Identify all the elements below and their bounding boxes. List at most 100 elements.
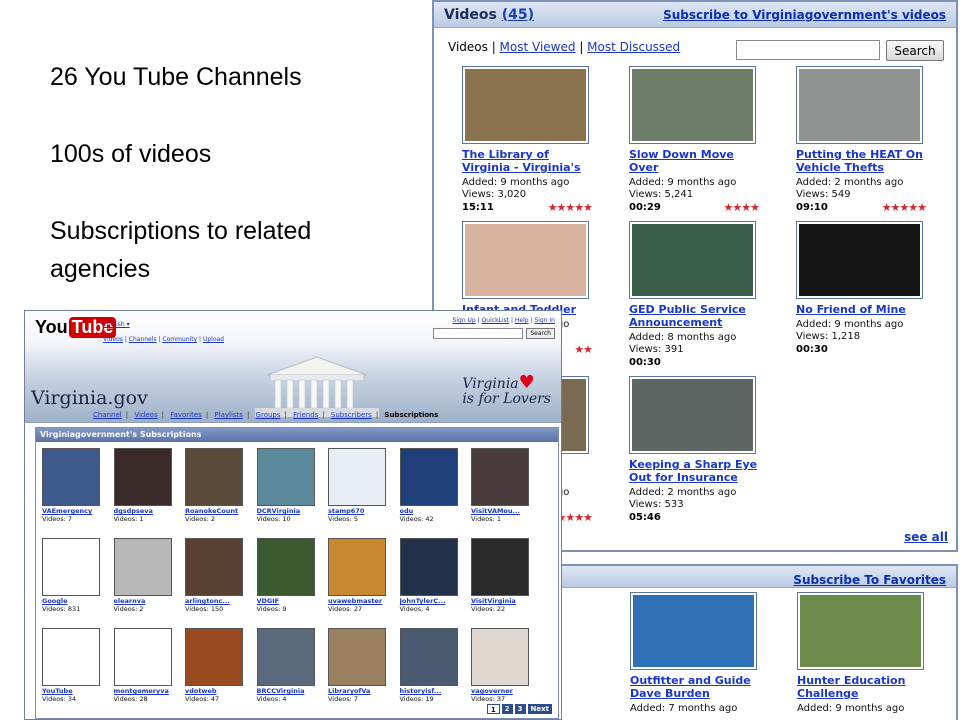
channel-name-link[interactable]: Google — [42, 597, 108, 605]
nav-upload[interactable]: Upload — [203, 336, 224, 343]
channel-thumbnail[interactable] — [328, 448, 386, 506]
chnav-videos[interactable]: Videos — [134, 411, 157, 419]
video-search-button[interactable]: Search — [886, 40, 944, 61]
signup-link[interactable]: Sign Up — [453, 317, 476, 324]
channel-thumbnail[interactable] — [328, 628, 386, 686]
channel-thumbnail[interactable] — [42, 628, 100, 686]
favorites-window: Subscribe To Favorites Outfitter and Gui… — [560, 564, 958, 720]
video-title-link[interactable]: Hunter Education Challenge — [797, 674, 927, 700]
channel-video-count: Videos: 2 — [113, 605, 144, 613]
tab-videos[interactable]: Videos — [448, 40, 488, 54]
channel-thumbnail[interactable] — [471, 538, 529, 596]
video-views: Views: 391 — [629, 344, 684, 355]
channel-name-link[interactable]: JohnTylerC... — [400, 597, 466, 605]
video-footer: 09:10 ★★★★★ — [796, 202, 927, 214]
quicklist-link[interactable]: QuickList — [482, 317, 509, 324]
chnav-playlists[interactable]: Playlists — [214, 411, 243, 419]
channel-name-link[interactable]: RoanokeCount — [185, 507, 251, 515]
video-title-link[interactable]: Putting the HEAT On Vehicle Thefts — [796, 148, 926, 174]
channel-name-link[interactable]: VisitVAMou... — [471, 507, 537, 515]
video-title-link[interactable]: Outfitter and Guide Dave Burden — [630, 674, 760, 700]
chnav-channel[interactable]: Channel — [93, 411, 122, 419]
channel-thumbnail[interactable] — [399, 538, 458, 596]
channel-thumbnail[interactable] — [185, 448, 243, 506]
video-thumbnail[interactable] — [796, 221, 923, 299]
channel-name-link[interactable]: LibraryofVa — [328, 687, 394, 695]
subscribe-videos-link[interactable]: Subscribe to Virginiagovernment's videos — [663, 8, 946, 22]
channel-name-link[interactable]: YouTube — [42, 687, 108, 695]
video-thumbnail[interactable] — [629, 221, 756, 299]
channel-search-input[interactable] — [433, 328, 524, 339]
video-thumbnail[interactable] — [629, 376, 756, 454]
channel-name-link[interactable]: VisitVirginia — [471, 597, 537, 605]
chnav-subscriptions[interactable]: Subscriptions — [384, 411, 438, 419]
channel-name-link[interactable]: vdotweb — [185, 687, 251, 695]
videos-window-header: Videos (45) Subscribe to Virginiagovernm… — [434, 2, 956, 28]
channel-thumbnail[interactable] — [113, 628, 172, 686]
tab-most-discussed[interactable]: Most Discussed — [587, 40, 680, 54]
video-title-link[interactable]: The Library of Virginia - Virginia's — [462, 148, 592, 174]
channel-name-link[interactable]: VAEmergency — [42, 507, 108, 515]
channel-name-link[interactable]: DCRVirginia — [257, 507, 323, 515]
page-3[interactable]: 3 — [514, 704, 526, 714]
channel-name-link[interactable]: montgomeryva — [114, 687, 180, 695]
video-title-link[interactable]: GED Public Service Announcement — [629, 303, 759, 329]
video-title-link[interactable]: Slow Down Move Over — [629, 148, 759, 174]
channel-name-link[interactable]: stamp670 — [328, 507, 394, 515]
channel-search: Search — [433, 328, 555, 339]
video-thumbnail[interactable] — [796, 66, 923, 144]
subscribe-favorites-link[interactable]: Subscribe To Favorites — [793, 573, 946, 587]
channel-name-link[interactable]: BRCCVirginia — [257, 687, 323, 695]
video-search-input[interactable] — [736, 40, 880, 60]
channel-thumbnail[interactable] — [185, 538, 243, 596]
video-thumbnail[interactable] — [630, 592, 757, 670]
page-2[interactable]: 2 — [501, 704, 513, 714]
channel-thumbnail[interactable] — [328, 538, 386, 596]
channel-thumbnail[interactable] — [471, 448, 529, 506]
nav-channels[interactable]: Channels — [129, 336, 157, 343]
tab-most-viewed[interactable]: Most Viewed — [500, 40, 576, 54]
page-next[interactable]: Next — [527, 704, 552, 714]
channel-name-link[interactable]: dgsdpseva — [114, 507, 180, 515]
channel-search-button[interactable]: Search — [526, 328, 555, 339]
channel-name-link[interactable]: vagovernor — [471, 687, 537, 695]
nav-community[interactable]: Community — [162, 336, 197, 343]
chnav-groups[interactable]: Groups — [256, 411, 281, 419]
video-thumbnail[interactable] — [462, 66, 589, 144]
videos-count-link[interactable]: (45) — [502, 7, 534, 23]
channel-thumbnail[interactable] — [42, 448, 100, 506]
channel-thumbnail[interactable] — [471, 628, 529, 686]
chnav-friends[interactable]: Friends — [293, 411, 318, 419]
chnav-favorites[interactable]: Favorites — [170, 411, 202, 419]
video-thumbnail[interactable] — [797, 592, 924, 670]
signin-link[interactable]: Sign In — [534, 317, 555, 324]
channel-thumbnail[interactable] — [256, 538, 315, 596]
video-title-link[interactable]: Keeping a Sharp Eye Out for Insurance — [629, 458, 759, 484]
nav-videos[interactable]: Videos — [103, 336, 123, 343]
channel-thumbnail[interactable] — [113, 538, 172, 596]
video-thumbnail[interactable] — [462, 221, 589, 299]
channel-name-link[interactable]: arlingtonc... — [185, 597, 251, 605]
channel-name-link[interactable]: VDGIF — [257, 597, 323, 605]
page-1[interactable]: 1 — [486, 704, 500, 714]
channel-video-count: Videos: 34 — [42, 695, 77, 703]
channel-thumbnail[interactable] — [399, 628, 458, 686]
language-select[interactable]: English ▾ — [103, 321, 130, 328]
channel-video-count: Videos: 9 — [256, 605, 287, 613]
channel-name-link[interactable]: uvawebmaster — [328, 597, 394, 605]
video-thumbnail[interactable] — [629, 66, 756, 144]
channel-thumbnail[interactable] — [256, 448, 315, 506]
channel-thumbnail[interactable] — [185, 628, 243, 686]
channel-name-link[interactable]: historyisf... — [400, 687, 466, 695]
channel-thumbnail[interactable] — [42, 538, 100, 596]
chnav-subscribers[interactable]: Subscribers — [331, 411, 372, 419]
help-link[interactable]: Help — [515, 317, 529, 324]
channel-name-link[interactable]: elearnva — [114, 597, 180, 605]
channel-thumbnail[interactable] — [399, 448, 458, 506]
see-all-link[interactable]: see all — [904, 530, 948, 544]
video-footer: 05:46 — [629, 512, 759, 524]
channel-thumbnail[interactable] — [256, 628, 315, 686]
channel-name-link[interactable]: odu — [400, 507, 466, 515]
video-title-link[interactable]: No Friend of Mine — [796, 303, 926, 316]
channel-thumbnail[interactable] — [113, 448, 172, 506]
